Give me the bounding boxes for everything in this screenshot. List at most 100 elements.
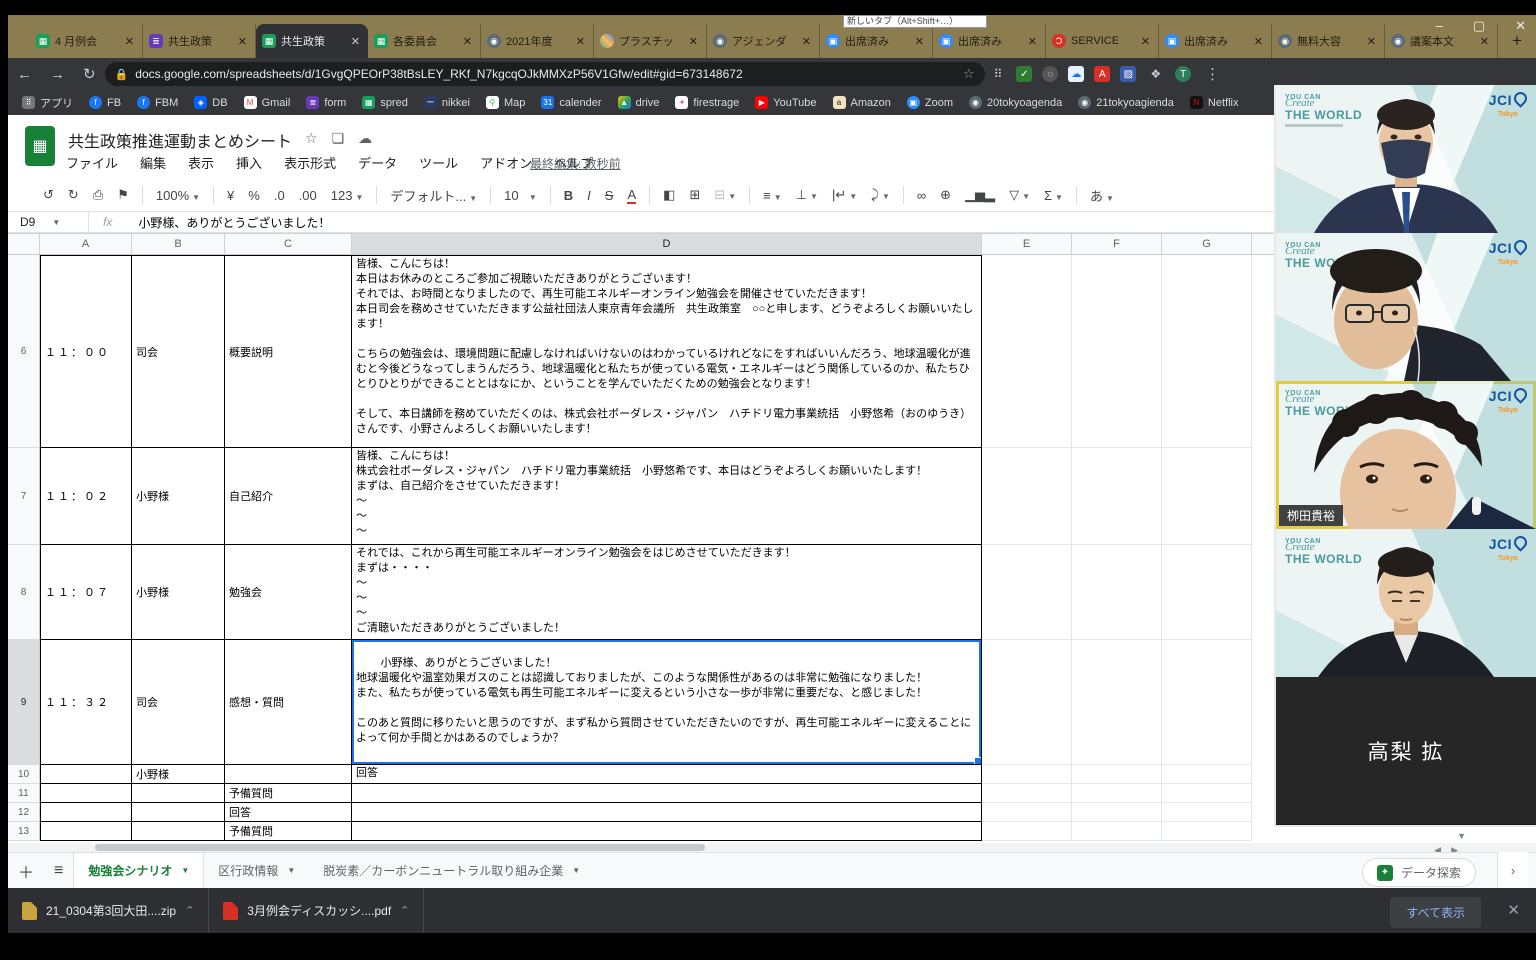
download-expand-icon[interactable]: ⌃ [185,904,194,917]
tab-close-icon[interactable]: ✕ [574,35,587,48]
cell-E6[interactable] [982,255,1072,448]
row-header-7[interactable]: 7 [8,448,40,545]
insert-comment-icon[interactable]: ⊕ [940,187,951,203]
borders-icon[interactable]: ⊞ [689,187,700,203]
col-header-D[interactable]: D [352,233,982,255]
explore-button[interactable]: ✦ データ探索 [1362,858,1476,887]
horizontal-align-icon[interactable]: ≡▼ [763,188,782,203]
col-header-A[interactable]: A [40,233,132,255]
tab-close-icon[interactable]: ✕ [236,35,249,48]
cell-C8[interactable]: 勉強会 [225,545,352,640]
menu-format[interactable]: 表示形式 [284,153,336,172]
col-header-E[interactable]: E [982,233,1072,255]
download-expand-icon[interactable]: ⌃ [400,904,409,917]
cell-D12[interactable] [352,803,982,822]
tab-close-icon[interactable]: ✕ [913,35,926,48]
cell-F12[interactable] [1072,803,1162,822]
bookmark-21tokyoagienda[interactable]: ◉21tokyoagienda [1072,94,1180,111]
bookmark-gmail[interactable]: MGmail [238,94,297,111]
row-header-8[interactable]: 8 [8,545,40,640]
cell-A10[interactable] [40,765,132,784]
browser-tab[interactable]: ƆSERVICE✕ [1046,24,1159,58]
dropbox-extension-icon[interactable]: ⠿ [994,67,1003,81]
sheets-logo-icon[interactable]: ▦ [25,126,55,166]
font-size-select[interactable]: 10 ▼ [504,188,537,203]
tab-close-icon[interactable]: ✕ [1478,35,1491,48]
add-sheet-icon[interactable]: ＋ [18,859,34,883]
menu-data[interactable]: データ [358,153,397,172]
fill-color-icon[interactable]: ◧ [663,187,675,203]
browser-tab[interactable]: プラスチッ✕ [594,24,707,58]
bookmark-fbm[interactable]: fFBM [131,94,184,111]
cell-D10[interactable]: 回答 [352,765,982,784]
bookmark-zoom[interactable]: ▣Zoom [901,94,959,111]
bookmark-form[interactable]: ≣form [300,94,352,111]
extensions-puzzle-icon[interactable]: ❖ [1150,67,1161,81]
all-sheets-icon[interactable]: ≡ [54,862,63,880]
bookmark-spred[interactable]: ▦spred [356,94,414,111]
insert-link-icon[interactable]: ∞ [917,188,926,203]
cell-A12[interactable] [40,803,132,822]
text-rotation-icon[interactable]: ⤸▼ [871,187,890,203]
browser-tab[interactable]: ◉2021年度✕ [481,24,594,58]
misc-extension-icon[interactable]: ▨ [1120,66,1136,82]
menu-tools[interactable]: ツール [419,153,458,172]
cell-F10[interactable] [1072,765,1162,784]
zoom-participant-video-2[interactable]: YOU CAN Create THE WORLD JCI Tokyo [1276,233,1536,381]
bookmark-calender[interactable]: 31calender [535,94,607,111]
browser-tab[interactable]: ≣共生政策✕ [143,24,256,58]
name-box[interactable]: D9▼ [8,215,88,229]
back-icon[interactable]: ← [17,66,32,83]
browser-tab[interactable]: ◉アジェンダ✕ [707,24,820,58]
cell-D13[interactable] [352,822,982,841]
cell-A13[interactable] [40,822,132,841]
print-icon[interactable]: ⎙ [93,187,103,203]
menu-insert[interactable]: 挿入 [236,153,262,172]
maximize-button[interactable]: ▢ [1473,18,1485,34]
row-header-6[interactable]: 6 [8,255,40,448]
address-bar[interactable]: 🔒 docs.google.com/spreadsheets/d/1GvgQPE… [105,62,985,86]
download-item-zip[interactable]: 21_0304第3回大田....zip ⌃ [8,888,209,933]
vscroll-down-arrow-icon[interactable]: ▼ [1457,831,1466,841]
cell-E12[interactable] [982,803,1072,822]
bookmark-apps[interactable]: ⠿アプリ [16,93,79,113]
browser-tab[interactable]: ◉無料大容✕ [1272,24,1385,58]
percent-format-button[interactable]: % [248,188,260,203]
text-wrap-icon[interactable]: |↵▼ [832,187,857,203]
paint-format-icon[interactable]: ⚑ [117,187,129,203]
cell-G9[interactable] [1162,640,1252,765]
cell-E10[interactable] [982,765,1072,784]
cell-G10[interactable] [1162,765,1252,784]
menu-view[interactable]: 表示 [188,153,214,172]
select-all-corner[interactable] [8,233,40,255]
browser-tab[interactable]: ▣出席済み✕ [1159,24,1272,58]
cell-G11[interactable] [1162,784,1252,803]
cell-G7[interactable] [1162,448,1252,545]
cell-B8[interactable]: 小野様 [132,545,225,640]
row-header-10[interactable]: 10 [8,765,40,784]
cell-B11[interactable] [132,784,225,803]
cell-F13[interactable] [1072,822,1162,841]
tab-close-icon[interactable]: ✕ [1139,35,1152,48]
bookmark-star-icon[interactable]: ☆ [963,66,975,82]
bold-button[interactable]: B [564,188,573,203]
cell-E11[interactable] [982,784,1072,803]
increase-decimal-button[interactable]: .00 [299,188,317,203]
cloud-extension-icon[interactable]: ☁ [1068,66,1084,82]
profile-avatar[interactable]: T [1175,66,1191,82]
bookmark-firestrage[interactable]: ✦firestrage [669,94,745,111]
cell-G12[interactable] [1162,803,1252,822]
bookmark-fb[interactable]: fFB [83,94,127,111]
text-color-button[interactable]: A [627,187,636,204]
cell-E9[interactable] [982,640,1072,765]
horizontal-scrollbar-thumb[interactable] [95,844,705,851]
menu-edit[interactable]: 編集 [140,153,166,172]
tab-close-icon[interactable]: ✕ [1026,35,1039,48]
insert-chart-icon[interactable]: ▁▅▂ [965,187,995,203]
tab-close-icon[interactable]: ✕ [800,35,813,48]
chrome-menu-icon[interactable]: ⋮ [1205,65,1220,83]
row-header-13[interactable]: 13 [8,822,40,841]
bookmark-20tokyoagenda[interactable]: ◉20tokyoagenda [963,94,1068,111]
tab-close-icon[interactable]: ✕ [1252,35,1265,48]
sheet-tab[interactable]: 脱炭素／カーボンニュートラル取り組み企業▼ [309,853,594,888]
